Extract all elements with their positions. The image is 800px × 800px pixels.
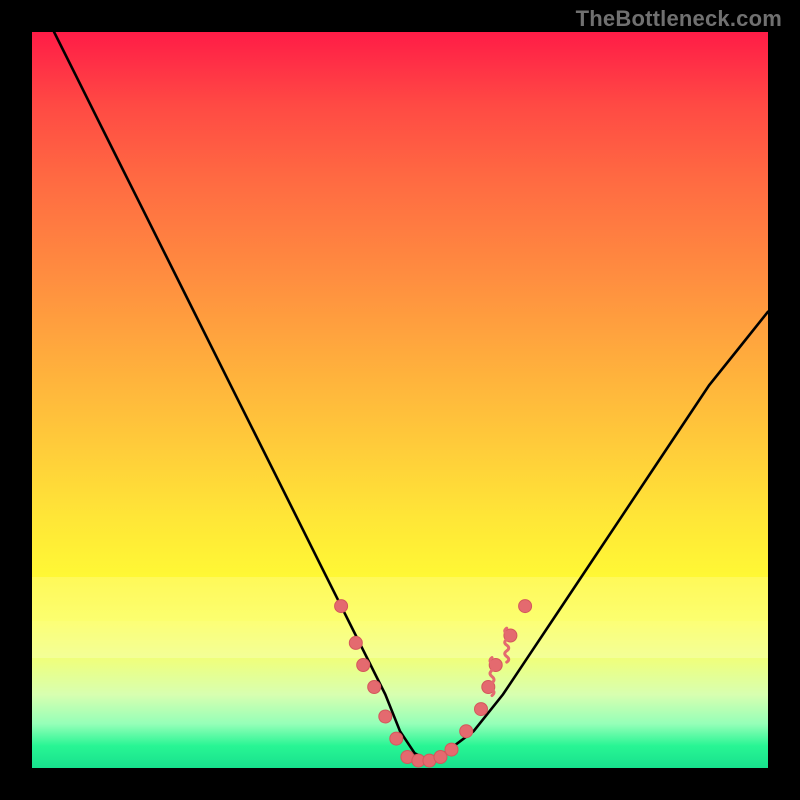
data-point-dot	[368, 681, 381, 694]
data-point-dot	[434, 751, 447, 764]
highlighted-points	[335, 600, 532, 768]
data-point-dot	[379, 710, 392, 723]
data-point-dot	[401, 751, 414, 764]
data-point-dot	[504, 629, 517, 642]
data-point-dot	[519, 600, 532, 613]
data-point-dot	[357, 659, 370, 672]
data-point-dot	[335, 600, 348, 613]
scribble-mark	[490, 658, 494, 696]
outer-frame: TheBottleneck.com	[0, 0, 800, 800]
data-point-dot	[460, 725, 473, 738]
data-point-dot	[445, 743, 458, 756]
watermark-text: TheBottleneck.com	[576, 6, 782, 32]
bottleneck-curve	[54, 32, 768, 761]
data-point-dot	[390, 732, 403, 745]
data-point-dot	[412, 754, 425, 767]
data-point-dot	[349, 636, 362, 649]
data-point-dot	[475, 703, 488, 716]
data-point-dot	[489, 659, 502, 672]
haze-band-1	[32, 577, 768, 621]
data-point-dot	[482, 681, 495, 694]
haze-band-2	[32, 621, 768, 658]
scribble-mark	[505, 628, 509, 662]
chart-plot-area	[32, 32, 768, 768]
chart-svg	[32, 32, 768, 768]
data-point-dot	[423, 754, 436, 767]
scribble-marks	[490, 628, 509, 695]
